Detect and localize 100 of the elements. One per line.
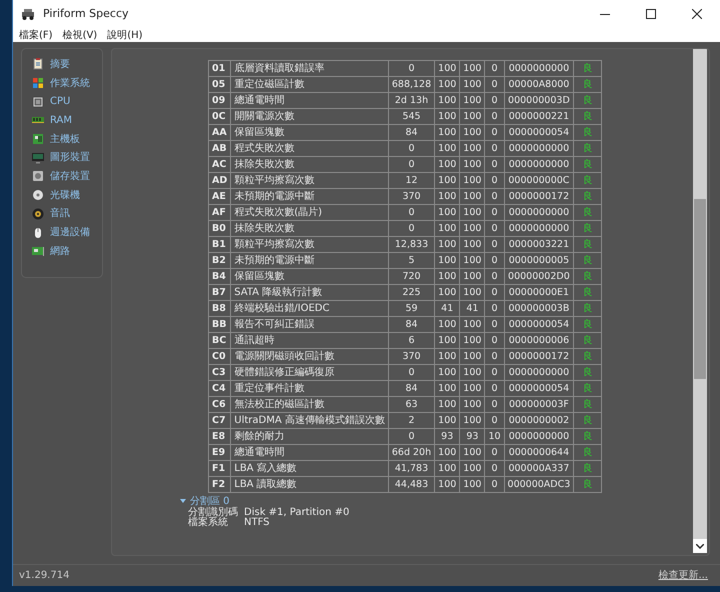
status-cell: 良: [574, 428, 602, 444]
status-cell: 良: [574, 444, 602, 460]
sidebar-item[interactable]: 週邊設備: [32, 223, 102, 242]
current-value-cell: 100: [434, 188, 460, 204]
field-label: 檔案系統: [188, 518, 229, 528]
attribute-id-cell: C7: [208, 412, 231, 428]
raw-value-cell: 000000A337: [504, 460, 574, 476]
field-label: 分割識別碼: [188, 508, 239, 518]
real-value-cell: 63: [388, 396, 435, 412]
worst-value-cell: 100: [460, 92, 485, 108]
close-icon: [692, 9, 702, 19]
menu-item[interactable]: 檔案(F): [19, 28, 53, 42]
threshold-cell: 0: [484, 172, 504, 188]
attribute-id-cell: B1: [208, 236, 231, 252]
attribute-name-cell: 開關電源次數: [230, 108, 388, 124]
status-cell: 良: [574, 108, 602, 124]
attribute-name-cell: 抹除失敗次數: [230, 156, 388, 172]
sidebar-item[interactable]: 網路: [32, 242, 102, 261]
attribute-id-cell: E9: [208, 444, 231, 460]
scrollbar-thumb[interactable]: [694, 199, 706, 379]
sidebar-item[interactable]: 光碟機: [32, 186, 102, 204]
real-value-cell: 5: [388, 252, 435, 268]
attribute-name-cell: 顆粒平均擦寫次數: [230, 172, 388, 188]
real-value-cell: 41,783: [388, 460, 435, 476]
sidebar-item[interactable]: 音訊: [32, 204, 102, 224]
worst-value-cell: 100: [460, 268, 485, 284]
chevron-down-icon: [696, 544, 704, 548]
scrollbar[interactable]: [693, 49, 707, 553]
current-value-cell: 100: [434, 332, 460, 348]
current-value-cell: 100: [434, 396, 460, 412]
menu-item[interactable]: 說明(H): [107, 28, 143, 42]
threshold-cell: 0: [484, 364, 504, 380]
real-value-cell: 84: [388, 316, 435, 332]
real-value-cell: 2d 13h: [388, 92, 435, 108]
version-text: v1.29.714: [19, 569, 70, 583]
attribute-name-cell: 重定位磁區計數: [230, 76, 388, 92]
status-cell: 良: [574, 476, 602, 492]
worst-value-cell: 100: [460, 332, 485, 348]
sidebar-item[interactable]: 主機板: [32, 130, 102, 148]
status-cell: 良: [574, 460, 602, 476]
attribute-id-cell: 0C: [208, 108, 231, 124]
raw-value-cell: 0000003221: [504, 236, 574, 252]
sidebar-item[interactable]: 作業系統: [32, 74, 102, 92]
current-value-cell: 100: [434, 220, 460, 236]
real-value-cell: 12: [388, 172, 435, 188]
current-value-cell: 100: [434, 284, 460, 300]
threshold-cell: 0: [484, 316, 504, 332]
attribute-name-cell: 剩餘的耐力: [230, 428, 388, 444]
attribute-name-cell: 電源關閉磁頭收回計數: [230, 348, 388, 364]
attribute-id-cell: AF: [208, 204, 231, 220]
sidebar-item[interactable]: 圖形裝置: [32, 148, 102, 168]
worst-value-cell: 100: [460, 60, 485, 76]
status-cell: 良: [574, 316, 602, 332]
real-value-cell: 0: [388, 364, 435, 380]
worst-value-cell: 100: [460, 108, 485, 124]
worst-value-cell: 100: [460, 284, 485, 300]
worst-value-cell: 100: [460, 188, 485, 204]
attribute-name-cell: LBA 讀取總數: [230, 476, 388, 492]
attribute-id-cell: 09: [208, 92, 231, 108]
real-value-cell: 688,128: [388, 76, 435, 92]
real-value-cell: 370: [388, 348, 435, 364]
real-value-cell: 720: [388, 268, 435, 284]
current-value-cell: 100: [434, 476, 460, 492]
check-updates-link[interactable]: 檢查更新...: [658, 568, 708, 583]
real-value-cell: 0: [388, 220, 435, 236]
status-cell: 良: [574, 76, 602, 92]
threshold-cell: 0: [484, 284, 504, 300]
status-cell: 良: [574, 300, 602, 316]
threshold-cell: 0: [484, 268, 504, 284]
menu-item[interactable]: 檢視(V): [62, 28, 98, 42]
real-value-cell: 12,833: [388, 236, 435, 252]
attribute-id-cell: B8: [208, 300, 231, 316]
real-value-cell: 66d 20h: [388, 444, 435, 460]
attribute-name-cell: 硬體錯誤修正編碼復原: [230, 364, 388, 380]
attribute-id-cell: F1: [208, 460, 231, 476]
worst-value-cell: 100: [460, 172, 485, 188]
sidebar-item[interactable]: CPU: [32, 92, 102, 112]
sidebar-item[interactable]: RAM: [32, 111, 102, 130]
attribute-id-cell: AB: [208, 140, 231, 156]
raw-value-cell: 0000000644: [504, 444, 574, 460]
sidebar-item[interactable]: 儲存裝置: [32, 167, 102, 186]
field-value: Disk #1, Partition #0: [244, 508, 350, 518]
attribute-name-cell: 總通電時間: [230, 92, 388, 108]
current-value-cell: 100: [434, 348, 460, 364]
clipboard-icon: [32, 58, 44, 70]
worst-value-cell: 100: [460, 444, 485, 460]
scroll-down-button[interactable]: [693, 539, 707, 553]
raw-value-cell: 000000003F: [504, 396, 574, 412]
current-value-cell: 100: [434, 364, 460, 380]
worst-value-cell: 100: [460, 220, 485, 236]
attribute-id-cell: 05: [208, 76, 231, 92]
monitor-icon: [32, 152, 44, 164]
real-value-cell: 0: [388, 204, 435, 220]
threshold-cell: 0: [484, 124, 504, 140]
attribute-id-cell: C6: [208, 396, 231, 412]
real-value-cell: 370: [388, 188, 435, 204]
raw-value-cell: 000000003D: [504, 92, 574, 108]
current-value-cell: 100: [434, 60, 460, 76]
sidebar-item[interactable]: 摘要: [32, 55, 102, 74]
current-value-cell: 100: [434, 460, 460, 476]
